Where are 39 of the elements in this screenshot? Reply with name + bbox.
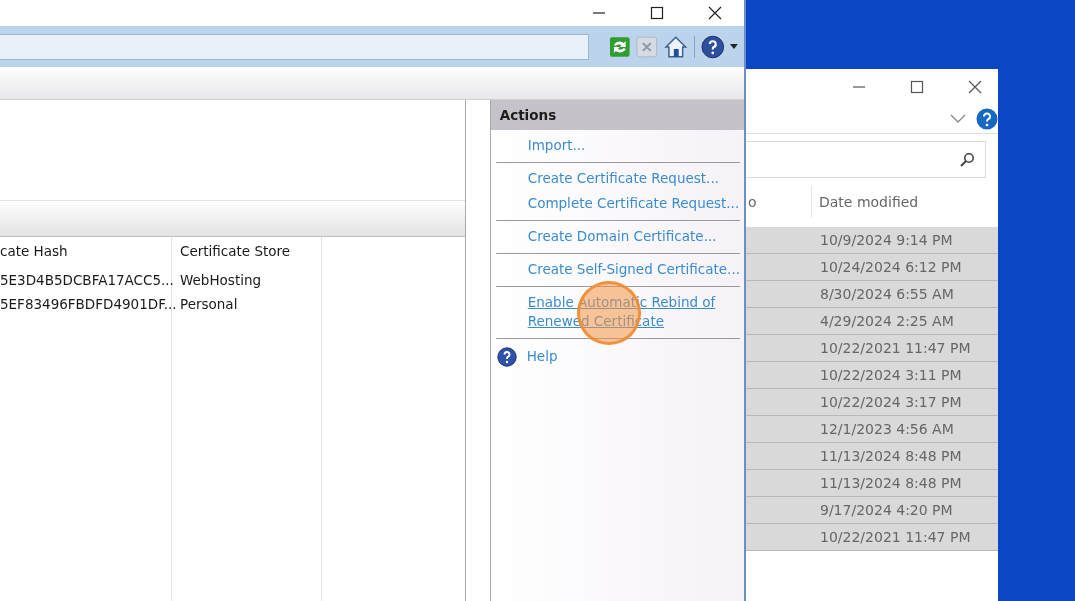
file-row[interactable]: 4/29/2024 2:25 AM (745, 308, 998, 335)
file-row[interactable]: 11/13/2024 8:48 PM (745, 443, 998, 470)
maximize-icon[interactable] (648, 5, 666, 21)
action-link[interactable]: Import... (527, 133, 740, 158)
file-row[interactable]: 10/9/2024 9:14 PM (745, 227, 998, 254)
action-link[interactable]: Complete Certificate Request... (527, 191, 740, 216)
panel-title: Actions (490, 100, 744, 130)
file-row[interactable]: 10/22/2021 11:47 PM (745, 524, 998, 551)
help-icon[interactable] (976, 108, 998, 130)
help-icon (496, 346, 517, 367)
maximize-icon[interactable] (908, 79, 926, 95)
file-row[interactable]: 10/22/2024 3:17 PM (745, 389, 998, 416)
action-link[interactable]: Create Certificate Request... (527, 166, 740, 191)
file-row[interactable]: 10/24/2024 6:12 PM (745, 254, 998, 281)
file-row[interactable]: 12/1/2023 4:56 AM (745, 416, 998, 443)
file-row[interactable]: 8/30/2024 6:55 AM (745, 281, 998, 308)
chevron-icon[interactable] (950, 114, 966, 124)
table-cell-text: 5E3D4B5DCBFA17ACC5... (0, 271, 171, 290)
file-row[interactable]: 10/22/2024 3:11 PM (745, 362, 998, 389)
column-header[interactable]: Certificate Store (180, 239, 321, 263)
search-field[interactable] (745, 141, 986, 178)
close-icon[interactable] (706, 5, 724, 21)
close-icon[interactable] (966, 79, 984, 95)
caret-icon[interactable] (730, 43, 738, 50)
home-icon[interactable] (664, 34, 688, 59)
address-field[interactable] (0, 33, 589, 60)
table-cell-text: Personal (180, 295, 239, 314)
file-row[interactable]: 11/13/2024 8:48 PM (745, 470, 998, 497)
column-header[interactable]: cate Hash (0, 239, 171, 263)
file-row[interactable]: 9/17/2024 4:20 PM (745, 497, 998, 524)
help-icon[interactable] (700, 34, 725, 59)
help-link[interactable]: Help (526, 344, 558, 369)
table-cell-text: WebHosting (180, 271, 263, 290)
column-header[interactable]: Date modified (812, 191, 919, 213)
file-row[interactable]: 10/22/2021 11:47 PM (745, 335, 998, 362)
action-link[interactable]: Create Domain Certificate... (527, 224, 740, 249)
refresh-icon[interactable] (608, 35, 631, 58)
search-icon[interactable] (959, 151, 975, 168)
action-link[interactable]: Create Self-Signed Certificate... (527, 257, 740, 282)
